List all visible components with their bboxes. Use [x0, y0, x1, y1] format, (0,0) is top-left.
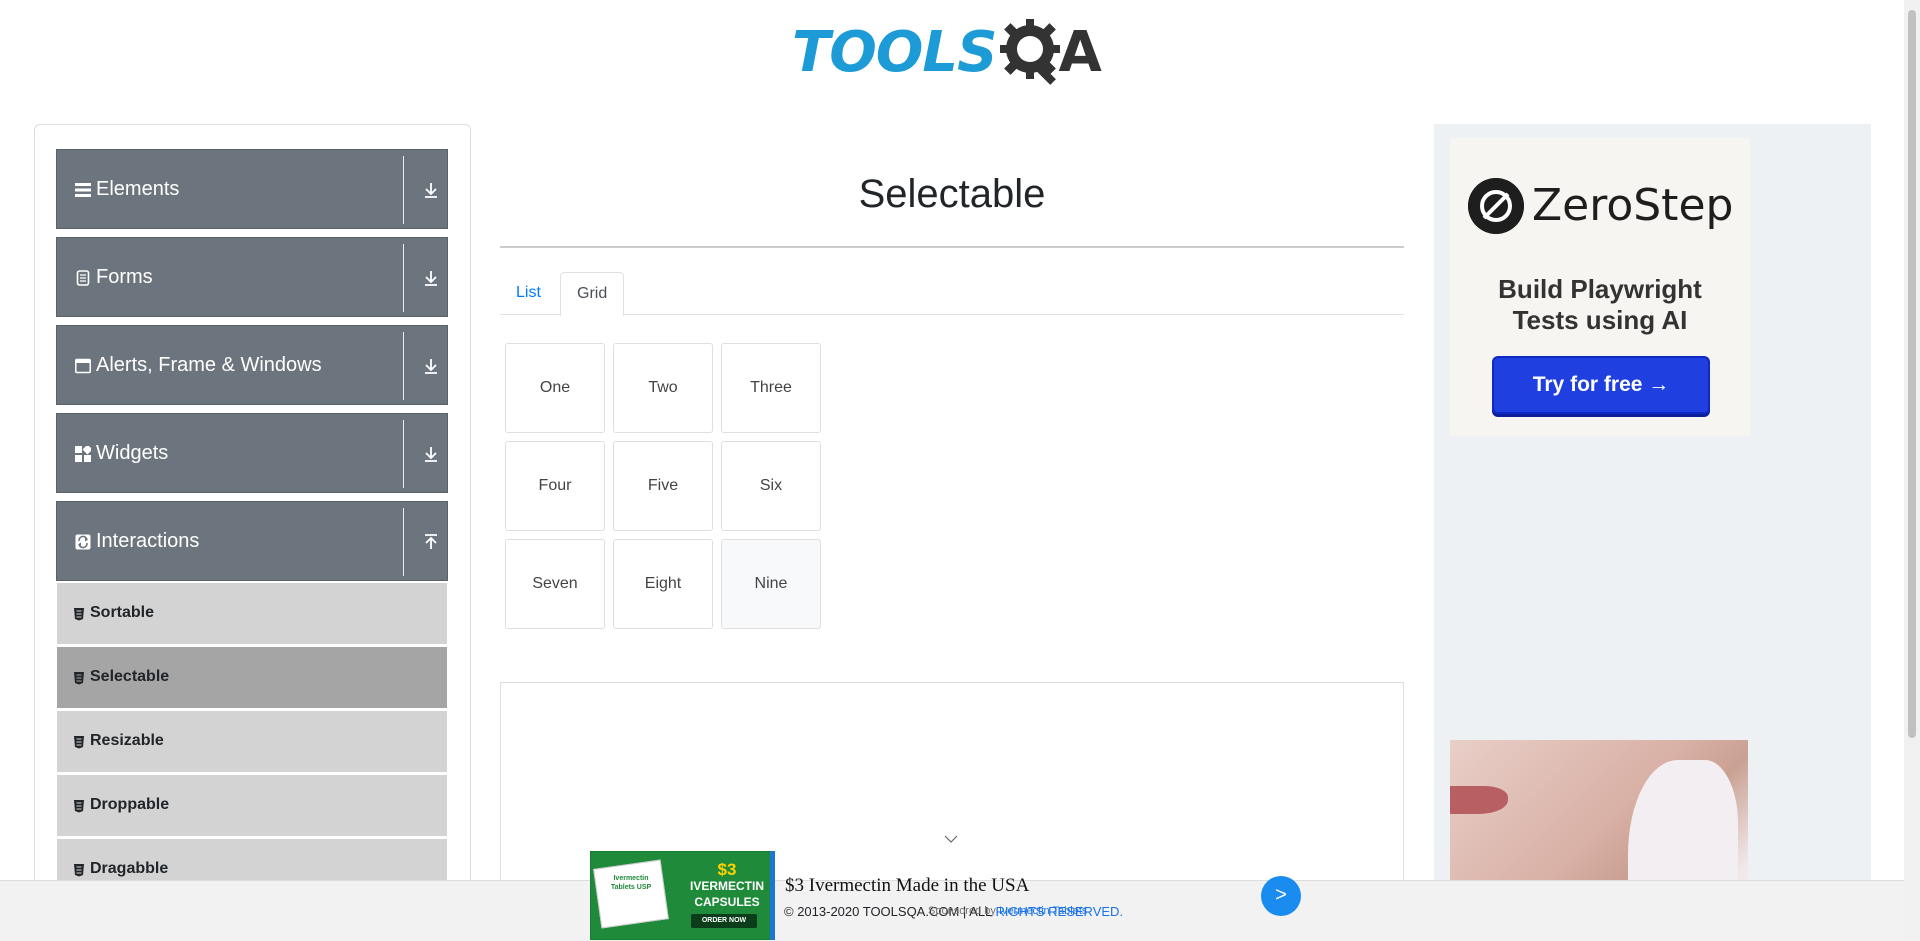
price-line-2: IVERMECTIN [689, 879, 764, 893]
divider [403, 244, 404, 312]
list-item-icon [74, 672, 84, 685]
download-icon[interactable] [422, 445, 440, 463]
zerostep-logo-icon [1468, 178, 1524, 234]
ad-next-button[interactable]: > [1261, 876, 1301, 916]
list-item-icon [74, 608, 84, 621]
header: TOOLS A [0, 0, 1904, 100]
sidebar-item-droppable[interactable]: Droppable [57, 775, 447, 837]
bottom-ad-title[interactable]: $3 Ivermectin Made in the USA [785, 875, 1029, 897]
group-label: Interactions [96, 530, 200, 552]
order-now-label: ORDER NOW [691, 914, 757, 928]
download-icon[interactable] [422, 357, 440, 375]
zerostep-tagline: Build Playwright Tests using AI [1450, 274, 1750, 336]
price-line-3: CAPSULES [694, 895, 760, 909]
tab-bar: List Grid [500, 272, 1404, 316]
grid-cell-two[interactable]: Two [613, 343, 713, 433]
window-icon [75, 358, 91, 374]
group-label: Elements [96, 178, 180, 200]
group-forms[interactable]: Forms [56, 237, 448, 317]
sidebar-item-label: Droppable [90, 796, 170, 813]
download-icon[interactable] [422, 269, 440, 287]
menu-icon [75, 183, 91, 197]
page: TOOLS A Elements Forms Alerts, Frame & W… [0, 0, 1920, 941]
bottom-ad-image[interactable]: Ivermectin Tablets USP $3 IVERMECTIN CAP… [590, 851, 775, 940]
logo-text-tools: TOOLS [792, 19, 997, 85]
ad-accent-stripe [770, 851, 775, 940]
scrollbar-thumb[interactable] [1908, 10, 1916, 738]
toolsqa-logo[interactable]: TOOLS A [792, 14, 1116, 90]
logo-text-a: A [1058, 19, 1102, 85]
widgets-icon [75, 446, 91, 462]
grid-cell-six[interactable]: Six [721, 441, 821, 531]
sidebar-item-selectable[interactable]: Selectable [57, 647, 447, 709]
grid-cell-four[interactable]: Four [505, 441, 605, 531]
grid-cell-seven[interactable]: Seven [505, 539, 605, 629]
group-label: Alerts, Frame & Windows [96, 354, 322, 376]
grid-cell-five[interactable]: Five [613, 441, 713, 531]
photo-detail [1450, 786, 1508, 814]
left-panel: Elements Forms Alerts, Frame & Windows W… [34, 124, 471, 941]
tagline-line-2: Tests using AI [1512, 305, 1688, 335]
sponsor-link[interactable]: Ivermectin Tablets [999, 905, 1087, 917]
sidebar-item-label: Resizable [90, 732, 164, 749]
sidebar-item-sortable[interactable]: Sortable [57, 583, 447, 645]
group-label: Forms [96, 266, 153, 288]
right-advertisement[interactable]: ZeroStep Build Playwright Tests using AI… [1434, 124, 1871, 941]
divider [403, 508, 404, 576]
group-widgets[interactable]: Widgets [56, 413, 448, 493]
ad-price: $3 IVERMECTIN CAPSULES [687, 860, 767, 910]
sponsor-prefix: Sponsored by [928, 905, 999, 917]
upload-icon[interactable] [422, 533, 440, 551]
divider [403, 332, 404, 400]
tagline-line-1: Build Playwright [1498, 274, 1702, 304]
grid-cell-eight[interactable]: Eight [613, 539, 713, 629]
document-icon [76, 270, 90, 286]
divider [403, 420, 404, 488]
product-box-label: Ivermectin Tablets USP [610, 875, 652, 891]
download-icon[interactable] [422, 181, 440, 199]
group-alerts[interactable]: Alerts, Frame & Windows [56, 325, 448, 405]
grid-cell-nine[interactable]: Nine [721, 539, 821, 629]
list-item-icon [74, 800, 84, 813]
page-title: Selectable [858, 172, 1046, 216]
tab-list[interactable]: List [500, 272, 557, 315]
zerostep-brand: ZeroStep [1532, 180, 1734, 231]
tab-grid[interactable]: Grid [560, 272, 625, 316]
sidebar-item-label: Sortable [90, 604, 155, 621]
chevron-down-icon[interactable] [944, 834, 958, 844]
list-item-icon [74, 864, 84, 877]
group-elements[interactable]: Elements [56, 149, 448, 229]
group-label: Widgets [96, 442, 169, 464]
grid-cell-one[interactable]: One [505, 343, 605, 433]
sidebar-item-label: Selectable [90, 668, 170, 685]
divider [403, 156, 404, 224]
group-interactions[interactable]: Interactions [56, 501, 448, 581]
price-line-1: $3 [717, 860, 737, 879]
product-box [593, 859, 669, 929]
zerostep-ad-card[interactable]: ZeroStep Build Playwright Tests using AI… [1450, 138, 1750, 436]
grid-cell-three[interactable]: Three [721, 343, 821, 433]
try-for-free-button[interactable]: Try for free → [1492, 356, 1710, 414]
list-item-icon [74, 736, 84, 749]
interactions-icon [75, 534, 91, 550]
title-divider [500, 246, 1404, 248]
sidebar-item-resizable[interactable]: Resizable [57, 711, 447, 773]
bottom-ad-sponsor: Sponsored by Ivermectin Tablets [928, 905, 1087, 917]
